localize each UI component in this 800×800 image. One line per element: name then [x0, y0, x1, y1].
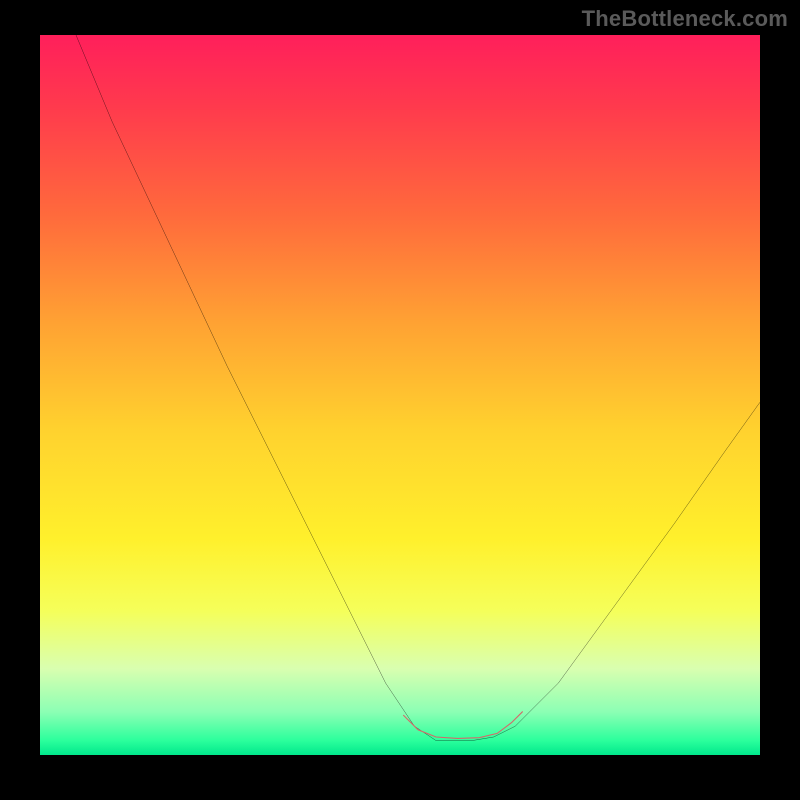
watermark-text: TheBottleneck.com: [582, 6, 788, 32]
chart-frame: TheBottleneck.com: [0, 0, 800, 800]
plot-area: [40, 35, 760, 755]
bottleneck-curve-path: [76, 35, 760, 741]
bottom-highlight-path: [404, 712, 523, 739]
curve-svg: [40, 35, 760, 755]
